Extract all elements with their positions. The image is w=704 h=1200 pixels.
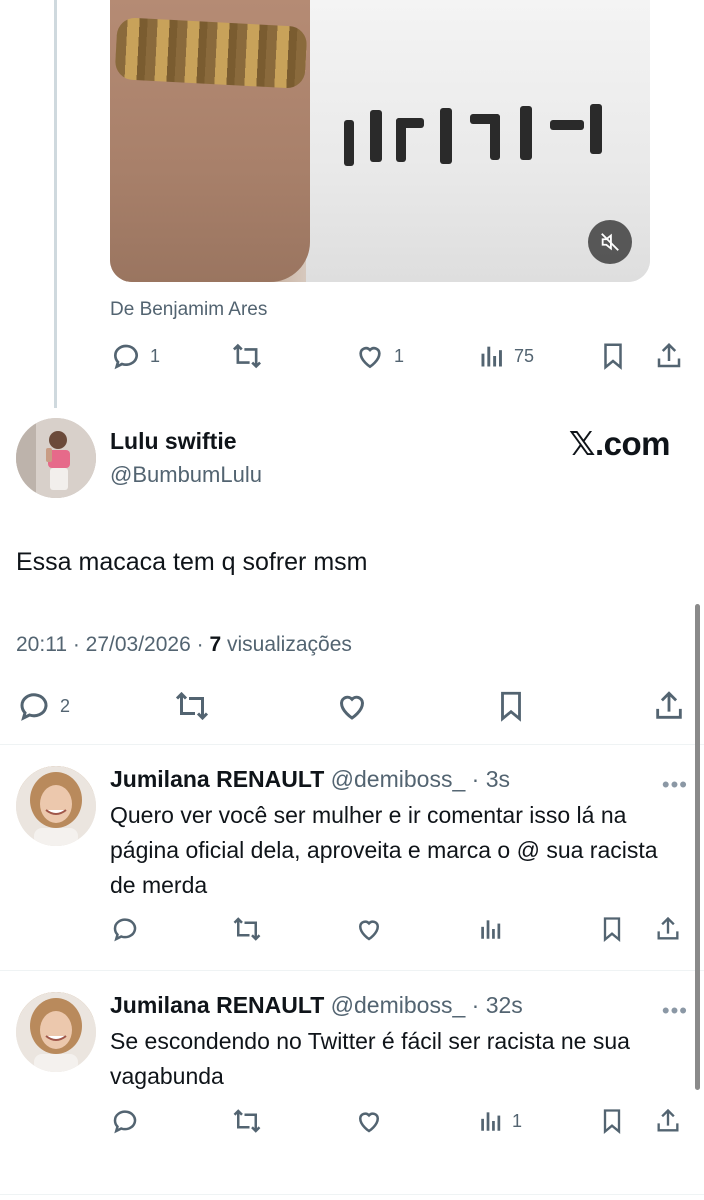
author-name[interactable]: Lulu swiftie bbox=[110, 428, 237, 455]
heart-icon bbox=[359, 346, 381, 369]
meta-separator: · bbox=[72, 633, 86, 656]
views-count: 75 bbox=[514, 345, 535, 366]
mute-button[interactable] bbox=[588, 220, 632, 264]
avatar[interactable] bbox=[16, 992, 96, 1072]
quoted-action-bar: 1 1 75 bbox=[0, 336, 704, 376]
heart-icon bbox=[358, 920, 380, 941]
divider bbox=[0, 970, 704, 971]
reply-icon bbox=[114, 344, 138, 370]
retweet-button[interactable] bbox=[172, 688, 212, 724]
like-count: 1 bbox=[394, 345, 405, 366]
like-button[interactable] bbox=[354, 914, 384, 944]
reply-button[interactable] bbox=[110, 914, 140, 944]
reply-text: Se escondendo no Twitter é fácil ser rac… bbox=[110, 1028, 630, 1089]
retweet-button[interactable] bbox=[230, 340, 264, 372]
like-button[interactable] bbox=[334, 688, 370, 724]
views-label: visualizações bbox=[226, 633, 352, 656]
avatar[interactable] bbox=[16, 418, 96, 498]
tweet-time[interactable]: 20:11 bbox=[16, 633, 67, 656]
x-logo-watermark: 𝕏.com bbox=[568, 425, 671, 462]
meta-separator: · bbox=[196, 633, 210, 656]
reply-time[interactable]: 32s bbox=[486, 992, 523, 1018]
tweet-author: Lulu swiftie @BumbumLulu 𝕏.com bbox=[16, 418, 688, 498]
shirt-print bbox=[344, 104, 602, 166]
avatar-image bbox=[16, 418, 96, 498]
reply-tweet[interactable]: Jumilana RENAULT @demiboss_ · 32s ••• Se… bbox=[0, 992, 704, 1192]
bookmark-icon bbox=[604, 343, 622, 370]
reply-button[interactable]: 1 bbox=[110, 340, 160, 372]
reply-action-bar bbox=[0, 912, 704, 952]
like-button[interactable]: 1 bbox=[354, 340, 404, 372]
bookmark-icon bbox=[603, 1109, 621, 1134]
more-options-icon[interactable]: ••• bbox=[662, 772, 688, 798]
tweet-meta: 20:11 · 27/03/2026 · 7 visualizações bbox=[16, 633, 352, 657]
share-button[interactable] bbox=[654, 914, 682, 944]
reply-icon bbox=[113, 1110, 137, 1134]
watch-area bbox=[114, 17, 308, 89]
reply-icon bbox=[113, 918, 137, 942]
reply-count: 1 bbox=[150, 345, 161, 366]
views-chart-icon bbox=[481, 346, 502, 367]
share-icon bbox=[657, 342, 681, 368]
heart-icon bbox=[358, 1112, 380, 1133]
heart-icon bbox=[339, 695, 365, 720]
views-button[interactable]: 1 bbox=[478, 1106, 522, 1136]
like-button[interactable] bbox=[354, 1106, 384, 1136]
more-options-icon[interactable]: ••• bbox=[662, 998, 688, 1024]
meta-separator: · bbox=[465, 766, 486, 792]
avatar-image bbox=[16, 766, 96, 846]
bookmark-icon bbox=[501, 691, 521, 722]
tweet-date[interactable]: 27/03/2026 bbox=[86, 633, 191, 656]
share-button[interactable] bbox=[652, 688, 686, 724]
reply-author-name[interactable]: Jumilana RENAULT bbox=[110, 766, 324, 792]
speaker-muted-icon bbox=[601, 233, 619, 251]
reply-action-bar: 1 bbox=[0, 1104, 704, 1144]
divider bbox=[0, 744, 704, 745]
reply-icon bbox=[20, 693, 48, 721]
tweet-text: Essa macaca tem q sofrer msm bbox=[16, 548, 368, 576]
meta-separator: · bbox=[465, 992, 486, 1018]
reply-time[interactable]: 3s bbox=[486, 766, 510, 792]
bookmark-button[interactable] bbox=[598, 1106, 626, 1136]
retweet-icon bbox=[175, 691, 209, 721]
views-button[interactable] bbox=[478, 914, 504, 944]
share-button[interactable] bbox=[654, 340, 684, 372]
reply-button[interactable] bbox=[110, 1106, 140, 1136]
avatar[interactable] bbox=[16, 766, 96, 846]
retweet-icon bbox=[233, 917, 261, 941]
media-source-label: De Benjamim Ares bbox=[110, 299, 268, 320]
divider bbox=[0, 1194, 704, 1195]
views-count: 1 bbox=[512, 1110, 523, 1131]
scrollbar[interactable] bbox=[695, 604, 700, 1090]
author-handle[interactable]: @BumbumLulu bbox=[110, 462, 262, 488]
reply-tweet[interactable]: Jumilana RENAULT @demiboss_ · 3s ••• Que… bbox=[0, 766, 704, 970]
reply-button[interactable]: 2 bbox=[16, 688, 70, 724]
reply-header: Jumilana RENAULT @demiboss_ · 32s bbox=[110, 992, 523, 1019]
share-icon bbox=[657, 1108, 679, 1132]
reply-text: Quero ver você ser mulher e ir comentar … bbox=[110, 802, 658, 898]
avatar-image bbox=[16, 992, 96, 1072]
video-thumbnail[interactable] bbox=[110, 0, 650, 282]
reply-author-name[interactable]: Jumilana RENAULT bbox=[110, 992, 324, 1018]
reply-author-handle[interactable]: @demiboss_ bbox=[331, 992, 466, 1018]
views-count: 7 bbox=[209, 633, 222, 656]
retweet-button[interactable] bbox=[230, 1106, 264, 1136]
views-chart-icon bbox=[481, 920, 501, 939]
bookmark-button[interactable] bbox=[598, 914, 626, 944]
share-icon bbox=[657, 916, 679, 940]
views-chart-icon bbox=[481, 1112, 501, 1131]
reply-author-handle[interactable]: @demiboss_ bbox=[331, 766, 466, 792]
bookmark-button[interactable] bbox=[494, 688, 528, 724]
bookmark-icon bbox=[603, 917, 621, 942]
views-button[interactable]: 75 bbox=[478, 340, 534, 372]
retweet-icon bbox=[232, 343, 262, 369]
share-button[interactable] bbox=[654, 1106, 682, 1136]
reply-header: Jumilana RENAULT @demiboss_ · 3s bbox=[110, 766, 510, 793]
reply-count: 2 bbox=[60, 695, 71, 716]
share-icon bbox=[656, 691, 682, 719]
tweet-action-bar: 2 bbox=[0, 686, 704, 726]
retweet-button[interactable] bbox=[230, 914, 264, 944]
bookmark-button[interactable] bbox=[598, 340, 628, 372]
retweet-icon bbox=[233, 1109, 261, 1133]
